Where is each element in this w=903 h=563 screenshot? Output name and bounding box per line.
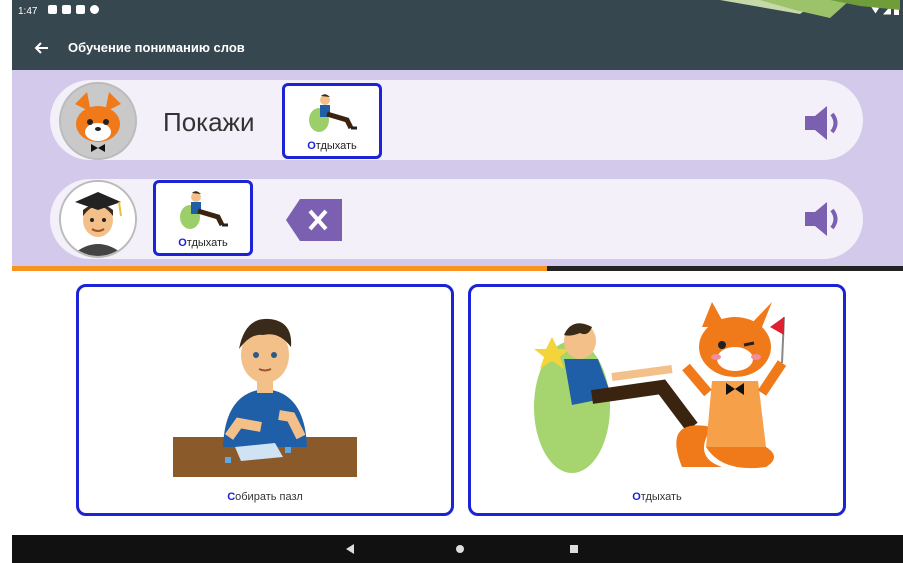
prompt-card-rest: Отдыхать	[282, 83, 382, 159]
resting-boy-icon	[309, 94, 357, 132]
android-navigation-bar	[12, 535, 903, 563]
speaker-icon[interactable]	[803, 198, 845, 240]
label-rest: тдыхать	[640, 491, 682, 503]
app-bar: Обучение пониманию слов	[12, 26, 903, 70]
choice-card-label: Собирать пазл	[79, 491, 451, 503]
notification-icon	[48, 5, 57, 14]
student-avatar	[59, 180, 137, 258]
notification-icons	[48, 5, 99, 14]
choice-card-label: Отдыхать	[471, 491, 843, 503]
label-rest: тдыхать	[315, 140, 357, 152]
speaker-icon[interactable]	[803, 102, 845, 144]
choice-card-rest[interactable]: Отдыхать	[468, 284, 846, 516]
arrow-left-icon[interactable]	[32, 38, 52, 58]
page-title: Обучение пониманию слов	[68, 40, 245, 55]
label-first-letter: О	[632, 491, 641, 503]
fox-avatar	[59, 82, 137, 160]
backspace-icon[interactable]	[286, 199, 342, 241]
notification-icon	[90, 5, 99, 14]
student-icon	[61, 182, 135, 256]
notification-icon	[62, 5, 71, 14]
decorative-leaf-graphic	[720, 0, 900, 18]
label-rest: обирать пазл	[235, 491, 303, 503]
prompt-word: Покажи	[163, 107, 255, 137]
answer-card-rest[interactable]: Отдыхать	[153, 180, 253, 256]
answer-card-label: Отдыхать	[156, 237, 250, 249]
notification-icon	[76, 5, 85, 14]
label-first-letter: О	[178, 237, 187, 249]
resting-boy-icon	[180, 191, 228, 229]
boy-puzzle-illustration	[173, 318, 357, 477]
boy-and-fox-resting-illustration	[534, 302, 787, 473]
choice-card-puzzle[interactable]: Собирать пазл	[76, 284, 454, 516]
prompt-card-label: Отдыхать	[285, 140, 379, 152]
triangle-back-icon[interactable]	[344, 543, 356, 555]
square-recent-icon[interactable]	[568, 543, 580, 555]
fox-icon	[61, 84, 135, 158]
label-rest: тдыхать	[186, 237, 228, 249]
status-time: 1:47	[18, 6, 38, 17]
circle-home-icon[interactable]	[454, 543, 466, 555]
label-first-letter: О	[307, 140, 316, 152]
label-first-letter: С	[227, 491, 236, 503]
